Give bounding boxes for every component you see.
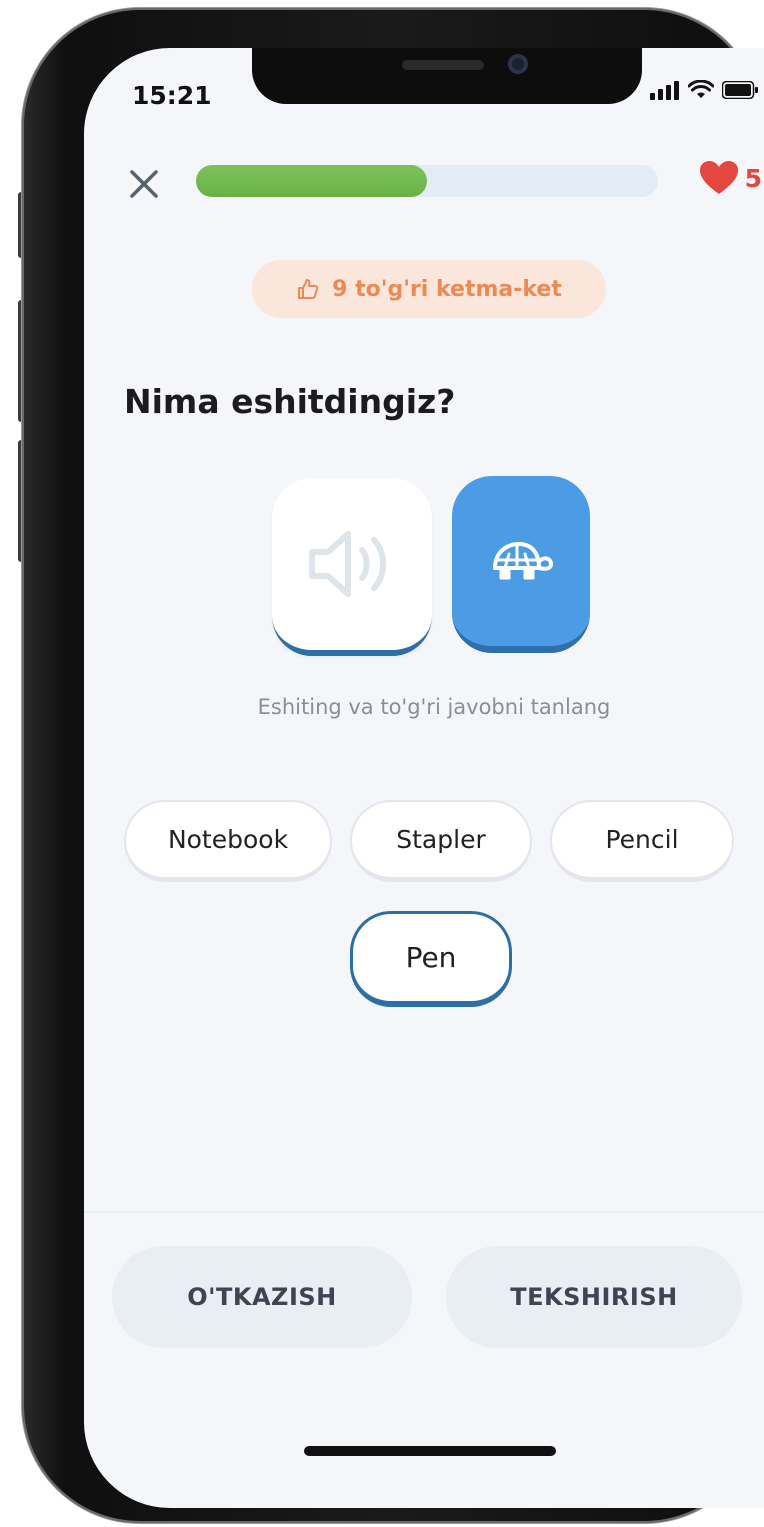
hearts-counter: 5 <box>699 160 762 196</box>
option-notebook[interactable]: Notebook <box>124 800 332 882</box>
option-stapler[interactable]: Stapler <box>350 800 532 882</box>
close-icon <box>130 170 158 198</box>
play-audio-button[interactable] <box>272 478 432 656</box>
status-time: 15:21 <box>132 81 212 110</box>
check-button[interactable]: TEKSHIRISH <box>446 1246 742 1348</box>
thumbs-up-icon <box>298 279 319 299</box>
earpiece-speaker <box>402 60 484 70</box>
skip-button[interactable]: O'TKAZISH <box>112 1246 412 1348</box>
heart-icon <box>699 161 738 194</box>
footer-divider <box>84 1211 764 1213</box>
instruction-text: Eshiting va to'g'ri javobni tanlang <box>257 695 611 719</box>
status-icons <box>650 80 758 100</box>
battery-icon <box>722 81 758 99</box>
question-title: Nima eshitdingiz? <box>124 382 456 421</box>
phone-frame: 15:21 5 9 to'g'ri ketma-ket Nima eshitdi… <box>22 8 764 1523</box>
device-stage: 15:21 5 9 to'g'ri ketma-ket Nima eshitdi… <box>0 0 764 1527</box>
hearts-count: 5 <box>744 163 762 193</box>
lesson-progress-bar <box>196 165 658 197</box>
home-indicator[interactable] <box>304 1446 556 1456</box>
turtle-icon <box>493 542 553 580</box>
slow-audio-button[interactable] <box>452 476 590 653</box>
wifi-icon <box>688 80 714 98</box>
app-screen: 15:21 5 9 to'g'ri ketma-ket Nima eshitdi… <box>84 48 764 1508</box>
signal-bars-icon <box>650 81 679 100</box>
front-camera <box>508 54 528 74</box>
option-pen[interactable]: Pen <box>350 911 512 1007</box>
option-pencil[interactable]: Pencil <box>550 800 734 882</box>
notch <box>252 48 642 104</box>
progress-fill <box>196 165 427 197</box>
streak-badge: 9 to'g'ri ketma-ket <box>252 260 606 318</box>
streak-text: 9 to'g'ri ketma-ket <box>332 276 562 302</box>
close-button[interactable] <box>126 166 162 202</box>
speaker-icon <box>309 531 386 597</box>
